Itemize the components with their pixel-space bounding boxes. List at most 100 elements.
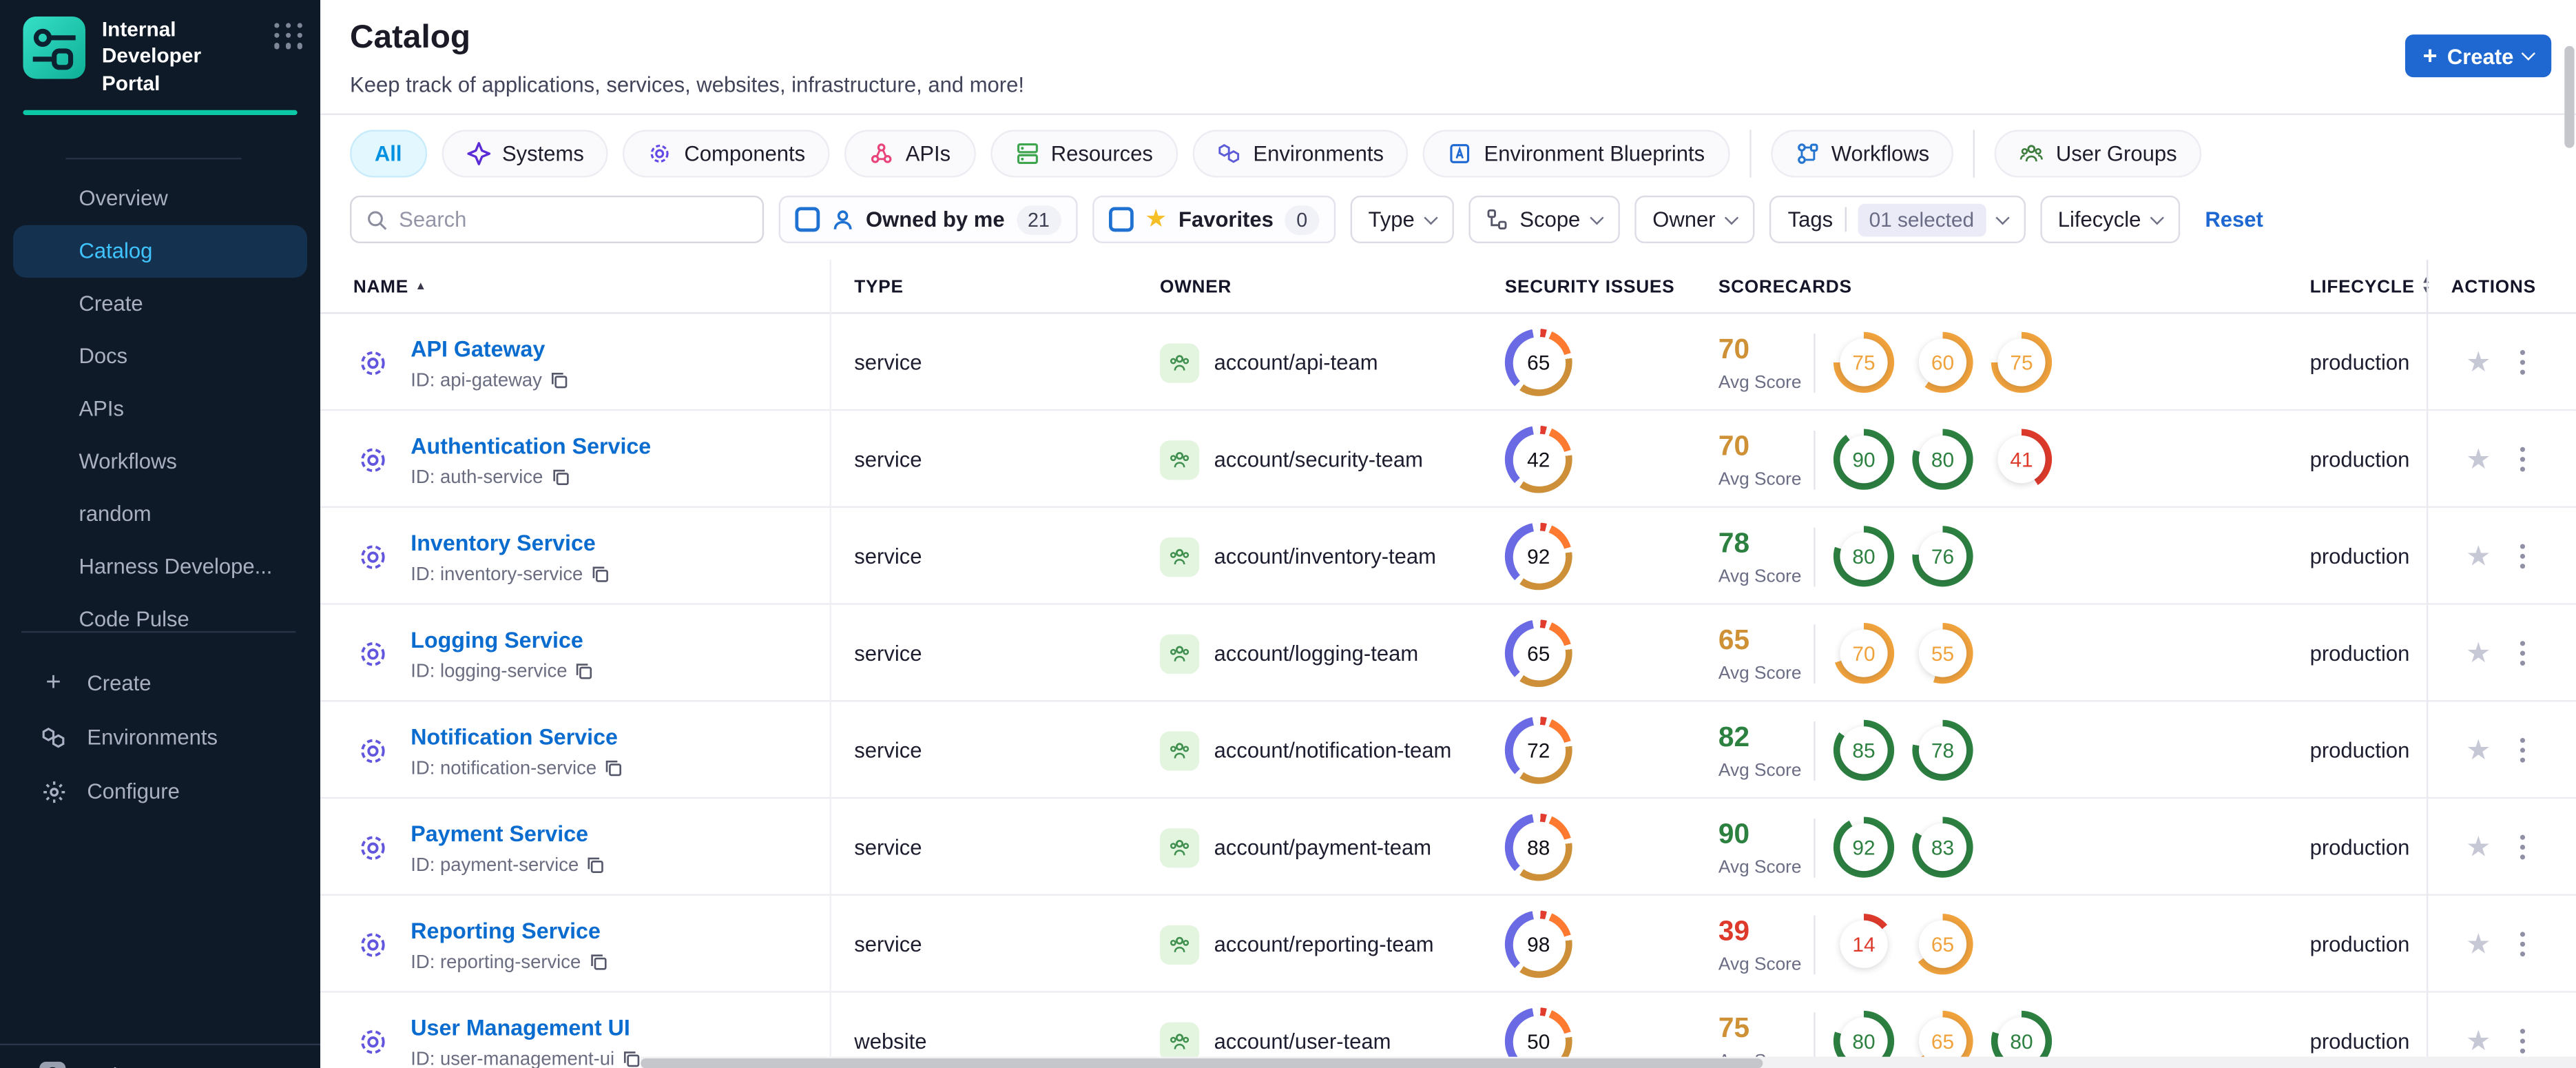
security-issues-value: 65: [1512, 336, 1565, 389]
favorite-star-icon[interactable]: ★: [2466, 930, 2491, 958]
owner-cell: account/payment-team: [1159, 827, 1505, 867]
kebab-menu-icon[interactable]: [2515, 1024, 2531, 1058]
kebab-menu-icon[interactable]: [2515, 442, 2531, 476]
sidebar-item-catalog[interactable]: Catalog: [13, 225, 308, 278]
tags-dropdown[interactable]: Tags 01 selected: [1769, 195, 2026, 244]
search-box[interactable]: [350, 195, 765, 244]
sidebar-item-workflows[interactable]: Workflows: [0, 435, 320, 487]
favorite-star-icon[interactable]: ★: [2466, 737, 2491, 765]
favorites-filter[interactable]: ★ Favorites 0: [1092, 195, 1336, 244]
security-issues-value: 88: [1512, 821, 1565, 874]
tab-components[interactable]: Components: [623, 130, 830, 178]
tab-all[interactable]: All: [350, 130, 427, 178]
owner-chip: [1159, 827, 1200, 867]
entity-name-link[interactable]: Notification Service: [411, 724, 618, 749]
scope-dropdown[interactable]: Scope: [1468, 195, 1620, 244]
horizontal-scrollbar[interactable]: [641, 1056, 2576, 1068]
vertical-scrollbar-thumb[interactable]: [2564, 45, 2575, 148]
sidebar-item-create[interactable]: Create: [0, 278, 320, 330]
tab-environments[interactable]: Environments: [1192, 130, 1409, 178]
scope-tree-icon: [1487, 209, 1507, 229]
actions-cell: ★: [2426, 799, 2576, 896]
type-cell: service: [854, 737, 922, 763]
kebab-menu-icon[interactable]: [2515, 733, 2531, 767]
entity-name-link[interactable]: Inventory Service: [411, 530, 595, 555]
entity-name-link[interactable]: Logging Service: [411, 627, 583, 652]
kebab-menu-icon[interactable]: [2515, 927, 2531, 961]
kebab-menu-icon[interactable]: [2515, 830, 2531, 864]
owner-dropdown[interactable]: Owner: [1634, 195, 1755, 244]
owned-by-me-filter[interactable]: Owned by me 21: [778, 195, 1078, 244]
entity-name-link[interactable]: Payment Service: [411, 821, 588, 845]
kebab-menu-icon[interactable]: [2515, 636, 2531, 670]
owner-cell: account/api-team: [1159, 342, 1505, 382]
component-gear-icon: [361, 447, 385, 471]
scrollbar-thumb[interactable]: [641, 1057, 1763, 1068]
scorecard-ring: 80: [1833, 526, 1895, 587]
copy-icon[interactable]: [551, 469, 569, 486]
favorite-star-icon[interactable]: ★: [2466, 833, 2491, 861]
scorecard-ring: 85: [1833, 719, 1895, 781]
help-icon[interactable]: ?: [39, 1061, 66, 1068]
reset-filters-link[interactable]: Reset: [2205, 207, 2263, 232]
tab-user-groups[interactable]: User Groups: [1995, 130, 2202, 178]
scorecards-cell: 70 Avg Score 90 80 41: [1718, 429, 2310, 490]
copy-icon[interactable]: [623, 1050, 641, 1068]
sidebar-item-apis[interactable]: APIs: [0, 382, 320, 435]
tab-environment-blueprints[interactable]: Environment Blueprints: [1423, 130, 1730, 178]
tab-apis[interactable]: APIs: [844, 130, 975, 178]
components-icon: [648, 141, 673, 166]
owner-name: account/security-team: [1214, 446, 1423, 472]
type-dropdown[interactable]: Type: [1350, 195, 1454, 244]
column-header-name[interactable]: NAME ▲: [320, 259, 831, 314]
tab-resources[interactable]: Resources: [990, 130, 1178, 178]
owner-name: account/inventory-team: [1214, 544, 1436, 569]
team-icon: [1170, 936, 1190, 952]
search-icon: [368, 210, 387, 229]
sidebar-action-create[interactable]: + Create: [0, 656, 320, 710]
create-button[interactable]: + Create: [2404, 34, 2552, 78]
favorite-star-icon[interactable]: ★: [2466, 349, 2491, 377]
scorecards-cell: 70 Avg Score 75 60 75: [1718, 331, 2310, 393]
sidebar-item-harness-develope-[interactable]: Harness Develope...: [0, 540, 320, 593]
divider: [1814, 526, 1816, 586]
copy-icon[interactable]: [550, 371, 568, 389]
tab-label: Workflows: [1831, 141, 1930, 166]
favorite-star-icon[interactable]: ★: [2466, 639, 2491, 668]
lifecycle-dropdown[interactable]: Lifecycle: [2039, 195, 2181, 244]
copy-icon[interactable]: [575, 662, 593, 680]
copy-icon[interactable]: [587, 856, 605, 874]
app-switcher-icon[interactable]: [274, 23, 304, 49]
sidebar-action-environments[interactable]: Environments: [0, 710, 320, 764]
owned-by-me-checkbox[interactable]: [795, 207, 820, 232]
copy-icon[interactable]: [589, 953, 607, 971]
search-input[interactable]: [399, 207, 748, 232]
security-cell: 65: [1504, 619, 1718, 688]
tab-workflows[interactable]: Workflows: [1770, 130, 1954, 178]
entity-name-link[interactable]: Reporting Service: [411, 918, 601, 943]
security-cell: 88: [1504, 813, 1718, 881]
sidebar-action-configure[interactable]: Configure: [0, 764, 320, 819]
column-header-lifecycle[interactable]: LIFECYCLE ▲ ▼: [2310, 276, 2431, 297]
owner-chip: [1159, 924, 1200, 964]
favorite-star-icon[interactable]: ★: [2466, 1027, 2491, 1056]
kebab-menu-icon[interactable]: [2515, 345, 2531, 379]
kebab-menu-icon[interactable]: [2515, 540, 2531, 573]
favorites-checkbox[interactable]: [1108, 207, 1134, 232]
entity-name-link[interactable]: User Management UI: [411, 1015, 630, 1040]
tab-label: Resources: [1050, 141, 1153, 166]
copy-icon[interactable]: [591, 566, 609, 584]
sidebar-item-random[interactable]: random: [0, 488, 320, 540]
sidebar-item-overview[interactable]: Overview: [0, 172, 320, 225]
sidebar-item-docs[interactable]: Docs: [0, 330, 320, 382]
brand-accent-rule: [23, 110, 298, 115]
entity-name-link[interactable]: Authentication Service: [411, 433, 651, 458]
favorite-star-icon[interactable]: ★: [2466, 445, 2491, 473]
copy-icon[interactable]: [605, 759, 623, 777]
lifecycle-cell: production: [2309, 641, 2410, 666]
tab-systems[interactable]: Systems: [441, 130, 609, 178]
help-label[interactable]: Help: [85, 1062, 129, 1068]
favorite-star-icon[interactable]: ★: [2466, 542, 2491, 571]
scorecard-value: 55: [1918, 629, 1967, 677]
entity-name-link[interactable]: API Gateway: [411, 336, 545, 361]
